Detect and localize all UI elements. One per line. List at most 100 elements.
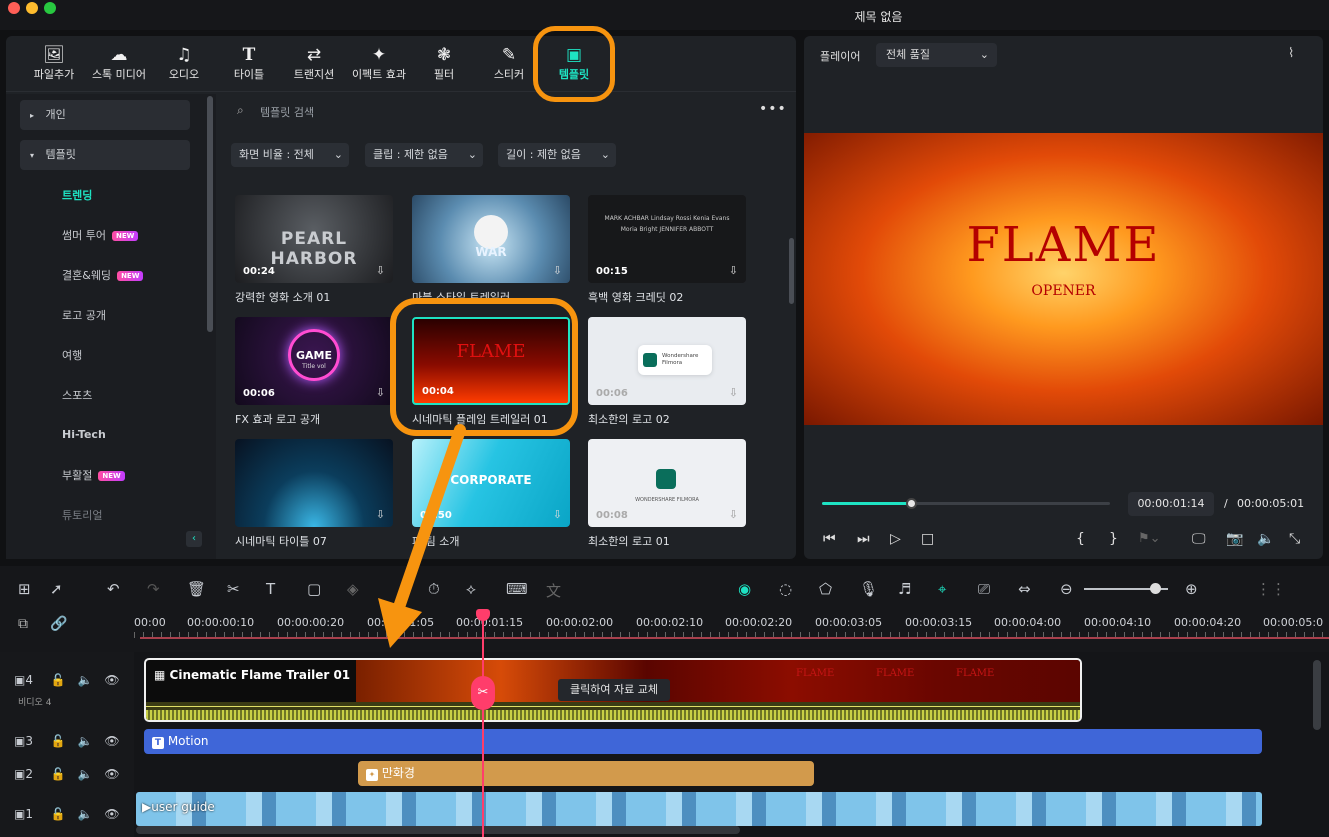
eye-icon[interactable]: 👁 <box>104 673 119 687</box>
zoom-out-icon[interactable]: ⊖ <box>1060 580 1073 598</box>
marker-icon[interactable]: ⚑⌄ <box>1138 531 1161 546</box>
more-icon[interactable]: ••• <box>759 101 787 117</box>
mute-icon[interactable]: 🔈 <box>78 767 93 781</box>
timeline-scrollbar[interactable] <box>136 826 740 834</box>
volume-icon[interactable]: 🔈 <box>1257 531 1274 547</box>
template-thumb-1[interactable]: PEARL HARBOR 00:24 ⇩ <box>235 195 393 283</box>
category-logo[interactable]: 로고 공개 <box>62 307 106 323</box>
grid-view-icon[interactable]: ⋮⋮ <box>1256 580 1286 598</box>
fullscreen-icon[interactable]: ⤡ <box>1289 531 1300 547</box>
video-preview[interactable]: FLAME OPENER <box>804 133 1323 425</box>
category-trending[interactable]: 트렌딩 <box>62 187 92 203</box>
eye-icon[interactable]: 👁 <box>104 734 119 748</box>
thumb-overlay-subtext: Title vol <box>302 363 326 370</box>
scope-icon[interactable]: ⌇ <box>1288 46 1294 61</box>
text-tool-icon[interactable]: T <box>266 580 275 598</box>
category-easter[interactable]: 부활절 NEW <box>62 467 125 483</box>
snap-icon[interactable]: ⌖ <box>938 580 946 598</box>
next-frame-icon[interactable]: ⏭ <box>857 531 870 547</box>
search-input[interactable]: 템플릿 검색 <box>260 104 314 120</box>
lock-icon[interactable]: 🔓 <box>51 673 66 687</box>
toolbar-transition[interactable]: ⇄ 트랜지션 <box>277 44 351 82</box>
sidebar-item-templates[interactable]: ▾ 템플릿 <box>20 140 190 170</box>
select-tool-icon[interactable]: ➚ <box>50 580 63 598</box>
play-icon[interactable]: ▷ <box>890 531 901 547</box>
cut-icon[interactable]: ✂ <box>227 580 240 598</box>
template-thumb-6[interactable]: Wondershare Filmora 00:06 ⇩ <box>588 317 746 405</box>
collapse-sidebar-button[interactable]: ‹ <box>186 531 202 547</box>
kaleidoscope-clip[interactable]: ✦ 만화경 <box>358 761 814 786</box>
time-separator: / <box>1224 497 1228 510</box>
ai-icon[interactable]: ◈ <box>347 580 359 598</box>
template-thumb-2[interactable]: WAR ⇩ <box>412 195 570 283</box>
speech-to-text-icon[interactable]: ⌨ <box>506 580 528 598</box>
toolbar-title[interactable]: T 타이틀 <box>212 44 286 82</box>
layout-icon[interactable]: ⊞ <box>18 580 31 598</box>
annotation-arrow <box>378 424 466 648</box>
redo-icon[interactable]: ↷ <box>147 580 160 598</box>
toolbar-filter[interactable]: ❃ 필터 <box>407 44 481 82</box>
clip-filter[interactable]: 클립 : 제한 없음 ⌄ <box>365 143 483 167</box>
delete-icon[interactable]: 🗑 <box>187 580 206 598</box>
template-thumb-3[interactable]: MARK ACHBAR Lindsay Rossi Kenia Evans Mo… <box>588 195 746 283</box>
eye-icon[interactable]: 👁 <box>104 807 119 821</box>
audio-mix-icon[interactable]: ♬ <box>898 580 911 598</box>
zoom-knob[interactable] <box>1150 583 1161 594</box>
user-guide-clip[interactable]: ▶user guide <box>136 792 1262 826</box>
volume-line <box>146 706 1080 707</box>
add-track-icon[interactable]: ⧉ <box>18 616 28 632</box>
render-icon[interactable]: ◌ <box>779 580 792 598</box>
fit-timeline-icon[interactable]: ⇔ <box>1018 580 1031 598</box>
quality-select[interactable]: 전체 품질 ⌄ <box>876 43 997 67</box>
ai-copilot-icon[interactable]: ◉ <box>738 580 751 598</box>
toolbar-media[interactable]: 🖼 파일추가 <box>17 44 91 82</box>
lock-icon[interactable]: 🔓 <box>51 767 66 781</box>
undo-icon[interactable]: ↶ <box>107 580 120 598</box>
chevron-down-icon: ▾ <box>30 151 35 160</box>
sidebar-scrollbar[interactable] <box>207 96 213 332</box>
category-travel[interactable]: 여행 <box>62 347 82 363</box>
mark-out-icon[interactable]: } <box>1109 531 1118 547</box>
prev-frame-icon[interactable]: ⏮ <box>823 531 836 547</box>
current-time[interactable]: 00:00:01:14 <box>1128 492 1214 516</box>
length-filter[interactable]: 길이 : 제한 없음 ⌄ <box>498 143 616 167</box>
record-voice-icon[interactable]: 🎙 <box>859 580 878 598</box>
category-hitech[interactable]: Hi-Tech <box>62 428 106 441</box>
template-icon: ▦ <box>154 668 166 682</box>
category-wedding[interactable]: 결혼&웨딩 NEW <box>62 267 144 283</box>
toolbar-audio[interactable]: ♫ 오디오 <box>147 44 221 82</box>
crop-icon[interactable]: ▢ <box>307 580 321 598</box>
lock-icon[interactable]: 🔓 <box>51 734 66 748</box>
display-icon[interactable]: 🖵 <box>1192 531 1206 547</box>
category-summer[interactable]: 썸머 투어 NEW <box>62 227 139 243</box>
screen-record-icon[interactable]: ⎚ <box>978 580 990 598</box>
filmstrip-label: FLAME <box>956 668 995 679</box>
motion-clip[interactable]: T Motion <box>144 729 1262 754</box>
translate-icon[interactable]: 文 <box>546 580 561 601</box>
zoom-in-icon[interactable]: ⊕ <box>1185 580 1198 598</box>
ruler-label: 00:00:05:0 <box>1263 616 1324 629</box>
track-vscrollbar[interactable] <box>1313 660 1321 730</box>
marker-tool-icon[interactable]: ⬠ <box>819 580 832 598</box>
mute-icon[interactable]: 🔈 <box>78 807 93 821</box>
category-sports[interactable]: 스포츠 <box>62 387 92 403</box>
lock-icon[interactable]: 🔓 <box>51 807 66 821</box>
grid-scrollbar[interactable] <box>789 238 794 304</box>
snapshot-icon[interactable]: 📷 <box>1226 531 1243 547</box>
category-tutorial[interactable]: 튜토리얼 <box>62 507 102 523</box>
playhead[interactable] <box>482 614 484 837</box>
toolbar-stock[interactable]: ☁ 스톡 미디어 <box>82 44 156 82</box>
split-scissors-icon[interactable]: ✂ <box>471 676 495 710</box>
playback-progress[interactable] <box>822 502 1110 505</box>
mark-in-icon[interactable]: { <box>1076 531 1085 547</box>
link-icon[interactable]: 🔗 <box>50 616 67 632</box>
mute-icon[interactable]: 🔈 <box>78 734 93 748</box>
toolbar-effects[interactable]: ✦ 이펙트 효과 <box>342 44 416 82</box>
eye-icon[interactable]: 👁 <box>104 767 119 781</box>
stop-icon[interactable]: □ <box>921 531 934 547</box>
template-thumb-9[interactable]: WONDERSHARE FILMORA 00:08 ⇩ <box>588 439 746 527</box>
mute-icon[interactable]: 🔈 <box>78 673 93 687</box>
ratio-filter[interactable]: 화면 비율 : 전체 ⌄ <box>231 143 349 167</box>
template-thumb-4[interactable]: GAME Title vol 00:06 ⇩ <box>235 317 393 405</box>
sidebar-item-personal[interactable]: ▸ 개인 <box>20 100 190 130</box>
